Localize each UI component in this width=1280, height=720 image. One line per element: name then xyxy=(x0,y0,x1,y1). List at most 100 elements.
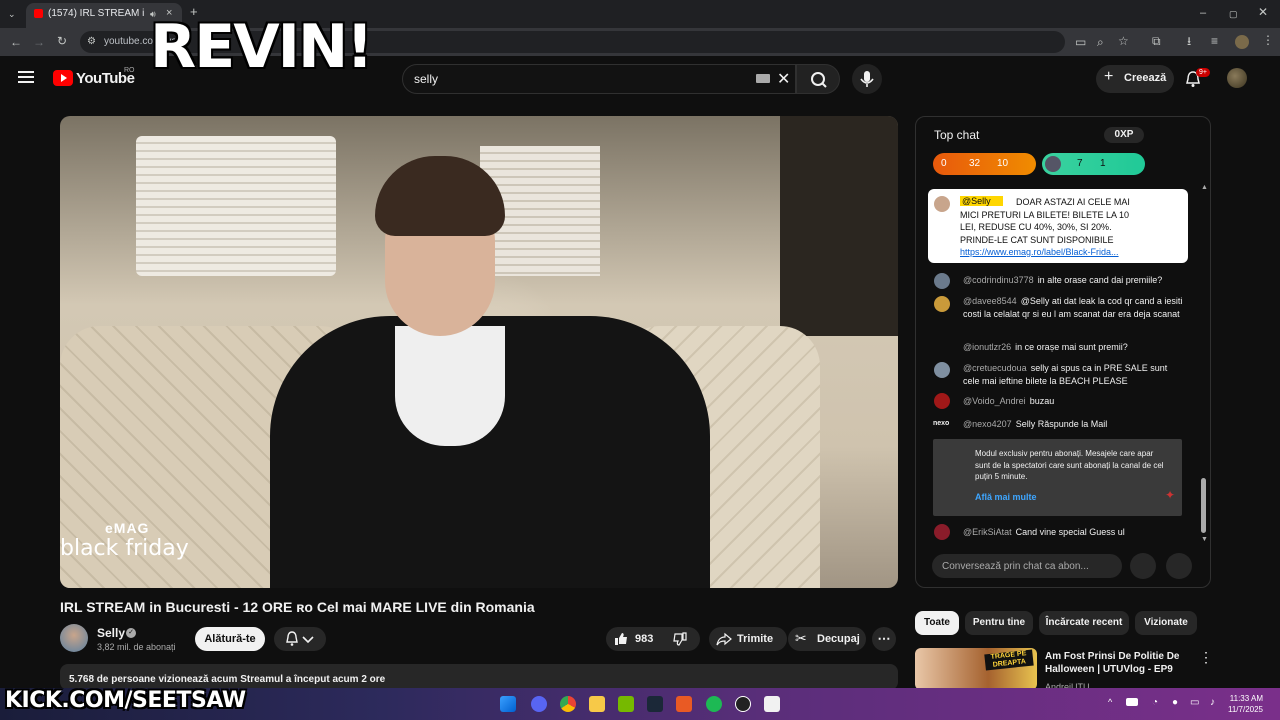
tab-title: (1574) IRL STREAM in Bucu xyxy=(48,8,144,19)
scroll-up-icon[interactable]: ▲ xyxy=(1201,184,1208,191)
chip-for-you[interactable]: Pentru tine xyxy=(965,611,1033,635)
emoji-button[interactable] xyxy=(1130,553,1156,579)
video-menu-icon[interactable]: ⋮ xyxy=(1199,649,1213,666)
discord-icon[interactable] xyxy=(531,696,547,712)
start-menu-icon[interactable] xyxy=(500,696,516,712)
chip-all[interactable]: Toate xyxy=(915,611,959,635)
chat-input-placeholder: Conversează prin chat ca abon... xyxy=(942,561,1089,572)
chat-author[interactable]: @cretuecudoua xyxy=(963,363,1027,373)
video-player[interactable]: eMAG black friday xyxy=(60,116,898,588)
stream-overlay-title: REVIN! xyxy=(150,12,374,82)
wifi-icon[interactable]: ◔ xyxy=(1152,697,1158,708)
dislike-button[interactable] xyxy=(672,631,688,647)
like-count: 983 xyxy=(635,633,654,645)
chat-author[interactable]: @ErikSiAtat xyxy=(963,527,1012,537)
network-icon[interactable]: ▭ xyxy=(1190,697,1199,708)
chat-mode-selector[interactable]: Top chat xyxy=(934,128,979,142)
clear-search-icon[interactable]: ✕ xyxy=(777,69,790,89)
app-icon[interactable] xyxy=(676,696,692,712)
chat-scrollbar[interactable] xyxy=(1201,478,1206,533)
channel-avatar[interactable] xyxy=(60,624,88,652)
nvidia-icon[interactable] xyxy=(618,696,634,712)
orange-stat-2: 32 xyxy=(969,158,981,169)
learn-more-link[interactable]: Află mai multe xyxy=(975,492,1037,502)
date: 11/7/2025 xyxy=(1228,705,1263,714)
tray-app-icon[interactable] xyxy=(1126,698,1138,706)
more-actions-icon[interactable]: ⋯ xyxy=(872,627,896,651)
chat-avatar xyxy=(934,273,950,289)
black-friday-logo: black friday xyxy=(60,536,189,561)
mic-tray-icon[interactable]: ● xyxy=(1172,697,1178,708)
obs-icon[interactable] xyxy=(735,696,751,712)
taskbar-clock[interactable]: 11:33 AM 11/7/2025 xyxy=(1228,693,1263,715)
chat-text: in alte orase cand dai premiile? xyxy=(1037,275,1163,285)
volume-icon[interactable]: ♪ xyxy=(1210,697,1215,708)
share-label: Trimite xyxy=(737,633,774,645)
chat-author[interactable]: @codrindinu3778 xyxy=(963,275,1034,285)
chat-author[interactable]: @ionutlzr26 xyxy=(963,342,1011,352)
keyboard-icon[interactable] xyxy=(756,74,770,83)
xp-badge[interactable]: 0XP xyxy=(1104,127,1144,143)
members-notice-text: Modul exclusiv pentru abonați. Mesajele … xyxy=(975,449,1164,481)
maximize-icon[interactable]: ▢ xyxy=(1229,8,1238,20)
forward-icon[interactable]: → xyxy=(33,36,45,48)
recommended-video-thumbnail[interactable]: TRAGE PE DREAPTA xyxy=(915,648,1037,690)
recommended-video-title[interactable]: Am Fost Prinsi De Politie De Halloween |… xyxy=(1045,650,1195,676)
file-explorer-icon[interactable] xyxy=(589,696,605,712)
chat-author[interactable]: @Voido_Andrei xyxy=(963,396,1026,406)
minimize-icon[interactable]: – xyxy=(1200,7,1206,19)
chat-text: Cand vine special Guess ul xyxy=(1015,527,1125,537)
account-avatar[interactable] xyxy=(1227,68,1247,88)
media-controls-icon[interactable]: ≡ xyxy=(1211,35,1218,47)
tab-search-icon[interactable]: ⌄ xyxy=(8,8,16,20)
bookmark-star-icon[interactable]: ☆ xyxy=(1118,35,1129,47)
verified-check-icon: ✓ xyxy=(126,628,136,638)
emag-logo: eMAG xyxy=(105,520,150,536)
engagement-stats-orange[interactable]: 0 32 10 xyxy=(933,153,1036,175)
download-icon[interactable]: ⭳ xyxy=(1187,35,1191,47)
send-button[interactable] xyxy=(1166,553,1192,579)
spotify-icon[interactable] xyxy=(706,696,722,712)
steam-icon[interactable] xyxy=(647,696,663,712)
back-icon[interactable]: ← xyxy=(10,36,22,48)
zoom-icon[interactable]: ⌕ xyxy=(1097,36,1104,48)
like-button[interactable] xyxy=(613,631,629,647)
create-label: Creează xyxy=(1124,72,1167,84)
members-badge-icon: ✦ xyxy=(1165,488,1176,502)
engagement-stats-green[interactable]: 7 1 xyxy=(1042,153,1145,175)
chat-avatar xyxy=(934,362,950,378)
channel-name[interactable]: Selly xyxy=(97,626,125,640)
join-button[interactable]: Alătură-te xyxy=(195,627,265,651)
chrome-icon[interactable] xyxy=(560,696,576,712)
profile-avatar[interactable] xyxy=(1235,35,1249,49)
hamburger-menu-icon[interactable] xyxy=(18,70,34,84)
subscription-bell-button[interactable] xyxy=(274,627,326,651)
tray-chevron-icon[interactable]: ^ xyxy=(1108,697,1112,707)
pinned-author[interactable]: @Selly xyxy=(960,196,1003,206)
reload-icon[interactable]: ↻ xyxy=(57,35,67,47)
thumbs-down-icon xyxy=(673,632,687,646)
pinned-message-link[interactable]: https://www.emag.ro/label/Black-Frida... xyxy=(960,247,1132,257)
subscriber-count: 3,82 mil. de abonați xyxy=(97,642,176,652)
menu-dots-icon[interactable]: ⋮ xyxy=(1262,34,1274,46)
cast-icon[interactable]: ▭ xyxy=(1075,36,1086,48)
chat-author[interactable]: @davee8544 xyxy=(963,296,1017,306)
video-title: IRL STREAM in Bucuresti - 12 ORE ʀᴏ Cel … xyxy=(60,599,535,615)
region-code: RO xyxy=(124,67,135,74)
chip-watched[interactable]: Vizionate xyxy=(1135,611,1197,635)
share-icon xyxy=(716,631,732,647)
search-query[interactable]: selly xyxy=(414,72,438,86)
voice-search-button[interactable] xyxy=(852,64,882,94)
time: 11:33 AM xyxy=(1229,694,1263,703)
youtube-logo-icon[interactable] xyxy=(53,70,73,86)
extensions-icon[interactable]: ⧉ xyxy=(1152,35,1161,47)
scroll-down-icon[interactable]: ▼ xyxy=(1201,536,1208,543)
chat-message: @nexo4207 Selly Răspunde la Mail xyxy=(963,418,1183,431)
chat-author[interactable]: @nexo4207 xyxy=(963,419,1012,429)
chip-recently-uploaded[interactable]: Încărcate recent xyxy=(1039,611,1129,635)
search-button[interactable] xyxy=(796,64,840,94)
close-window-icon[interactable]: ✕ xyxy=(1258,6,1268,18)
site-info-icon[interactable]: ⚙ xyxy=(87,36,96,48)
capcut-icon[interactable] xyxy=(764,696,780,712)
search-input[interactable] xyxy=(402,64,796,94)
